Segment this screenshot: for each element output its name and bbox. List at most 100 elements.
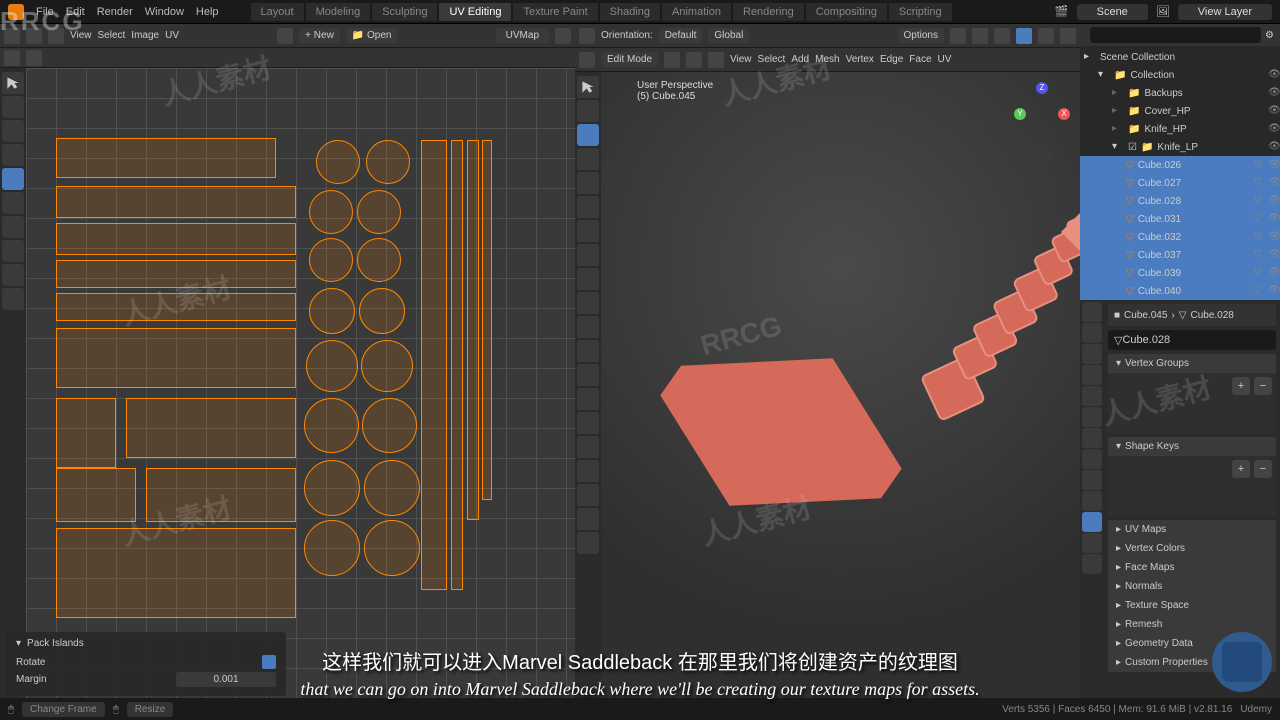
outliner-item[interactable]: ▽Cube.026▽👁 bbox=[1080, 156, 1280, 174]
view3d-viewport[interactable]: User Perspective (5) Cube.045 X Y Z bbox=[601, 72, 1080, 720]
view3d-menu-add[interactable]: Add bbox=[791, 54, 809, 65]
uv-image-browse-icon[interactable] bbox=[277, 28, 293, 44]
view3d-tool-move[interactable] bbox=[577, 124, 599, 146]
tab-compositing[interactable]: Compositing bbox=[806, 3, 887, 21]
view3d-tool-edgeslide[interactable] bbox=[577, 460, 599, 482]
view3d-options[interactable]: Options bbox=[898, 28, 944, 43]
view3d-mode-icon[interactable] bbox=[579, 52, 595, 68]
uv-snap-icon[interactable] bbox=[4, 50, 20, 66]
view3d-orientation[interactable]: Default bbox=[659, 28, 703, 43]
uv-pin-icon[interactable] bbox=[555, 28, 571, 44]
view3d-tool-bevel[interactable] bbox=[577, 316, 599, 338]
uv-tool-scale[interactable] bbox=[2, 168, 24, 190]
uv-tool-relax[interactable] bbox=[2, 264, 24, 286]
view3d-menu-uv[interactable]: UV bbox=[938, 54, 952, 65]
menu-render[interactable]: Render bbox=[97, 6, 133, 18]
view3d-menu-view[interactable]: View bbox=[730, 54, 752, 65]
view3d-shading-solid-icon[interactable] bbox=[1016, 28, 1032, 44]
view3d-menu-mesh[interactable]: Mesh bbox=[815, 54, 839, 65]
scene-selector[interactable]: Scene bbox=[1077, 4, 1148, 20]
outliner-item[interactable]: ▽Cube.028▽👁 bbox=[1080, 192, 1280, 210]
pack-rotate-checkbox[interactable] bbox=[262, 655, 276, 669]
view3d-menu-face[interactable]: Face bbox=[909, 54, 931, 65]
uv-viewport[interactable] bbox=[26, 68, 575, 720]
view3d-shading-matpreview-icon[interactable] bbox=[1038, 28, 1054, 44]
sk-add-button[interactable]: + bbox=[1232, 460, 1250, 478]
view3d-tool-polybuild[interactable] bbox=[577, 388, 599, 410]
view3d-tool-scale[interactable] bbox=[577, 172, 599, 194]
uv-tool-annotate[interactable] bbox=[2, 216, 24, 238]
sec-uv-maps[interactable]: ▸UV Maps bbox=[1108, 520, 1276, 539]
uv-tool-select[interactable] bbox=[2, 72, 24, 94]
outliner-cover-hp[interactable]: ▸📁Cover_HP👁 bbox=[1080, 102, 1280, 120]
view3d-tool-inset[interactable] bbox=[577, 292, 599, 314]
view3d-tool-annotate[interactable] bbox=[577, 220, 599, 242]
prop-tab-world[interactable] bbox=[1082, 386, 1102, 406]
pack-islands-title[interactable]: ▾Pack Islands bbox=[16, 638, 276, 649]
outliner-item[interactable]: ▽Cube.031▽👁 bbox=[1080, 210, 1280, 228]
view3d-tool-transform[interactable] bbox=[577, 196, 599, 218]
prop-tab-material[interactable] bbox=[1082, 533, 1102, 553]
prop-tab-output[interactable] bbox=[1082, 323, 1102, 343]
sec-normals[interactable]: ▸Normals bbox=[1108, 577, 1276, 596]
sec-vertex-groups[interactable]: ▾Vertex Groups bbox=[1108, 354, 1276, 373]
menu-help[interactable]: Help bbox=[196, 6, 219, 18]
prop-tab-object[interactable] bbox=[1082, 407, 1102, 427]
filter-icon[interactable]: ⚙ bbox=[1265, 30, 1274, 41]
view3d-tool-smooth[interactable] bbox=[577, 436, 599, 458]
view3d-shading-rendered-icon[interactable] bbox=[1060, 28, 1076, 44]
prop-tab-data[interactable] bbox=[1082, 512, 1102, 532]
tab-layout[interactable]: Layout bbox=[251, 3, 304, 21]
view3d-tool-measure[interactable] bbox=[577, 244, 599, 266]
view3d-selmode-vert-icon[interactable] bbox=[664, 52, 680, 68]
view3d-tool-cursor[interactable] bbox=[577, 100, 599, 122]
prop-tab-render[interactable] bbox=[1082, 302, 1102, 322]
prop-tab-particle[interactable] bbox=[1082, 449, 1102, 469]
view3d-overlay-toggle-icon[interactable] bbox=[972, 28, 988, 44]
prop-tab-scene[interactable] bbox=[1082, 365, 1102, 385]
view3d-mode[interactable]: Edit Mode bbox=[601, 52, 658, 67]
uv-tool-rotate[interactable] bbox=[2, 144, 24, 166]
prop-tab-texture[interactable] bbox=[1082, 554, 1102, 574]
uv-tool-cursor[interactable] bbox=[2, 96, 24, 118]
pack-margin-field[interactable]: 0.001 bbox=[176, 672, 276, 687]
view3d-shading-wireframe-icon[interactable] bbox=[994, 28, 1010, 44]
outliner-search[interactable] bbox=[1090, 27, 1261, 43]
prop-tab-modifier[interactable] bbox=[1082, 428, 1102, 448]
view3d-tool-rip[interactable] bbox=[577, 532, 599, 554]
tab-uv-editing[interactable]: UV Editing bbox=[439, 3, 511, 21]
sec-remesh[interactable]: ▸Remesh bbox=[1108, 615, 1276, 634]
view3d-tool-select[interactable] bbox=[577, 76, 599, 98]
view3d-tool-spin[interactable] bbox=[577, 412, 599, 434]
view-layer-selector[interactable]: View Layer bbox=[1178, 4, 1272, 20]
sk-remove-button[interactable]: − bbox=[1254, 460, 1272, 478]
tab-shading[interactable]: Shading bbox=[600, 3, 660, 21]
view3d-selmode-face-icon[interactable] bbox=[708, 52, 724, 68]
outliner-item[interactable]: ▽Cube.040▽👁 bbox=[1080, 282, 1280, 300]
uv-tool-grab[interactable] bbox=[2, 240, 24, 262]
vg-remove-button[interactable]: − bbox=[1254, 377, 1272, 395]
uv-open-button[interactable]: 📁 Open bbox=[346, 28, 398, 43]
tab-sculpting[interactable]: Sculpting bbox=[372, 3, 437, 21]
uv-tool-transform[interactable] bbox=[2, 192, 24, 214]
view3d-tool-shrink[interactable] bbox=[577, 484, 599, 506]
uv-pivot-icon[interactable] bbox=[26, 50, 42, 66]
pan-gizmo-icon[interactable] bbox=[1031, 170, 1053, 192]
uv-menu-uv[interactable]: UV bbox=[165, 30, 179, 41]
uv-menu-image[interactable]: Image bbox=[131, 30, 159, 41]
prop-tab-viewlayer[interactable] bbox=[1082, 344, 1102, 364]
axis-y-icon[interactable]: Y bbox=[1014, 108, 1026, 120]
sec-vertex-colors[interactable]: ▸Vertex Colors bbox=[1108, 539, 1276, 558]
outliner-item[interactable]: ▽Cube.039▽👁 bbox=[1080, 264, 1280, 282]
uv-tool-move[interactable] bbox=[2, 120, 24, 142]
uv-new-button[interactable]: + New bbox=[299, 28, 340, 43]
uv-tool-pinch[interactable] bbox=[2, 288, 24, 310]
view3d-tool-rotate[interactable] bbox=[577, 148, 599, 170]
outliner-scene-collection[interactable]: ▸Scene Collection bbox=[1080, 48, 1280, 66]
axis-x-icon[interactable]: X bbox=[1058, 108, 1070, 120]
outliner-knife-hp[interactable]: ▸📁Knife_HP👁 bbox=[1080, 120, 1280, 138]
view3d-tool-shear[interactable] bbox=[577, 508, 599, 530]
tab-animation[interactable]: Animation bbox=[662, 3, 731, 21]
prop-tab-constraint[interactable] bbox=[1082, 491, 1102, 511]
nav-gizmo[interactable]: X Y Z bbox=[1012, 80, 1072, 140]
